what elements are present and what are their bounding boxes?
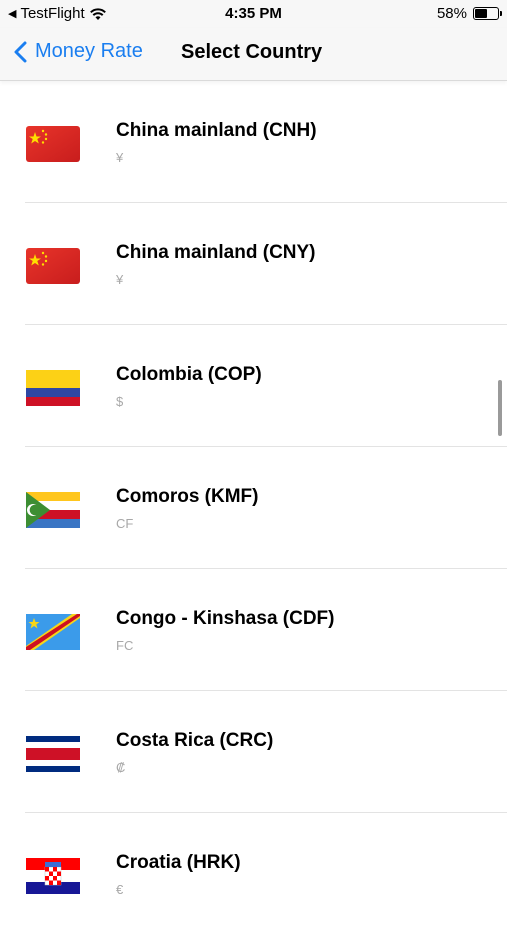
country-name: China mainland (CNH) (116, 120, 317, 141)
battery-percent: 58% (436, 5, 467, 22)
croatia-flag-icon (25, 856, 81, 896)
chevron-left-icon (14, 41, 27, 63)
country-name: Costa Rica (CRC) (116, 730, 274, 751)
country-row[interactable]: Congo - Kinshasa (CDF) FC (0, 569, 507, 691)
china-flag-icon (25, 124, 81, 164)
comoros-flag-icon (25, 490, 81, 530)
currency-symbol: CF (116, 516, 134, 531)
currency-symbol: ₡ (116, 760, 126, 775)
currency-symbol: ¥ (116, 272, 124, 287)
country-list: China mainland (CNH) ¥ China mainland (CNY… (0, 81, 507, 935)
back-button[interactable]: Money Rate (14, 40, 143, 63)
page-title: Select Country (181, 41, 323, 63)
china-flag-icon (25, 246, 81, 286)
currency-symbol: $ (116, 394, 124, 409)
battery-icon (473, 7, 502, 20)
scroll-indicator[interactable] (498, 380, 502, 436)
navigation-bar: Money Rate Select Country (0, 28, 507, 81)
country-row[interactable]: Colombia (COP) $ (0, 325, 507, 447)
country-name: Colombia (COP) (116, 364, 262, 385)
country-row[interactable]: Comoros (KMF) CF (0, 447, 507, 569)
currency-symbol: FC (116, 638, 134, 653)
country-row[interactable]: Costa Rica (CRC) ₡ (0, 691, 507, 813)
status-time: 4:35 PM (225, 5, 282, 22)
back-button-label: Money Rate (35, 40, 143, 62)
country-name: Comoros (KMF) (116, 486, 259, 507)
currency-symbol: ¥ (116, 150, 124, 165)
costa-rica-flag-icon (25, 734, 81, 774)
congo-kinshasa-flag-icon (25, 612, 81, 652)
country-name: Croatia (HRK) (116, 852, 241, 873)
country-row[interactable]: China mainland (CNH) ¥ (0, 81, 507, 203)
battery-status: 58% (436, 5, 502, 22)
country-row[interactable]: China mainland (CNY) ¥ (0, 203, 507, 325)
country-name: Congo - Kinshasa (CDF) (116, 608, 335, 629)
currency-symbol: € (116, 882, 124, 897)
country-row[interactable]: Croatia (HRK) € (0, 813, 507, 935)
colombia-flag-icon (25, 368, 81, 408)
country-name: China mainland (CNY) (116, 242, 316, 263)
status-bar: ◀ TestFlight 4:35 PM 58% (0, 0, 507, 28)
